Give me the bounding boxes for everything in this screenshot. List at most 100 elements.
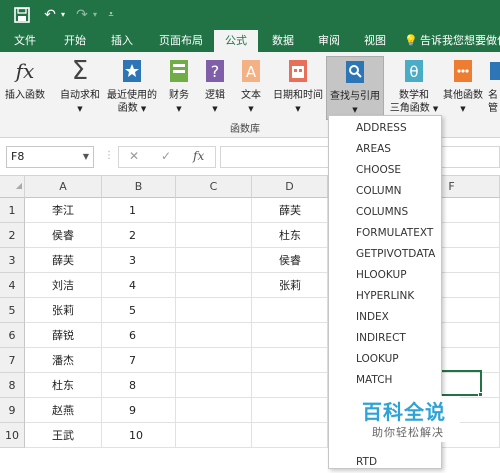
redo-icon[interactable]: ↷: [74, 6, 90, 24]
row-header[interactable]: 8: [0, 373, 25, 398]
cell-c[interactable]: [176, 373, 252, 398]
redo-dropdown-icon[interactable]: ▾: [90, 6, 100, 24]
tab-data[interactable]: 数据: [264, 30, 302, 52]
cell-b[interactable]: 7: [102, 348, 176, 373]
tell-me-box[interactable]: 告诉我您想要做什: [420, 30, 500, 52]
menu-item-hlookup[interactable]: HLOOKUP: [329, 265, 441, 286]
logical-button[interactable]: ? 逻辑 ▼: [198, 56, 232, 120]
cell-c[interactable]: [176, 423, 252, 448]
row-header[interactable]: 7: [0, 348, 25, 373]
row-header[interactable]: 9: [0, 398, 25, 423]
customize-qat-icon[interactable]: ⩡: [106, 6, 116, 24]
cell-a[interactable]: 杜东: [25, 373, 102, 398]
menu-item-choose[interactable]: CHOOSE: [329, 160, 441, 181]
text-button[interactable]: A 文本 ▼: [234, 56, 268, 120]
recently-used-button[interactable]: 最近使用的 函数 ▼: [104, 56, 160, 120]
enter-icon[interactable]: ✓: [161, 149, 171, 163]
menu-item-index[interactable]: INDEX: [329, 307, 441, 328]
cell-d[interactable]: [252, 323, 328, 348]
insert-function-button[interactable]: fx 插入函数: [2, 56, 48, 120]
cancel-icon[interactable]: ✕: [129, 149, 139, 163]
name-box[interactable]: F8 ▼: [6, 146, 94, 168]
menu-item-hyperlink[interactable]: HYPERLINK: [329, 286, 441, 307]
tab-insert[interactable]: 插入: [102, 30, 142, 52]
tab-file[interactable]: 文件: [6, 30, 44, 52]
cell-d[interactable]: 薛芙: [252, 198, 328, 223]
cell-a[interactable]: 李江: [25, 198, 102, 223]
cell-c[interactable]: [176, 223, 252, 248]
column-header-d[interactable]: D: [252, 176, 328, 198]
tab-view[interactable]: 视图: [356, 30, 394, 52]
cell-b[interactable]: 4: [102, 273, 176, 298]
cell-b[interactable]: 10: [102, 423, 176, 448]
cell-c[interactable]: [176, 348, 252, 373]
cell-b[interactable]: 8: [102, 373, 176, 398]
menu-item-lookup[interactable]: LOOKUP: [329, 349, 441, 370]
lightbulb-icon[interactable]: 💡: [404, 30, 418, 52]
cell-c[interactable]: [176, 248, 252, 273]
cell-d[interactable]: 侯睿: [252, 248, 328, 273]
cell-a[interactable]: 潘杰: [25, 348, 102, 373]
cell-a[interactable]: 赵燕: [25, 398, 102, 423]
menu-item-address[interactable]: ADDRESS: [329, 118, 441, 139]
menu-item-indirect[interactable]: INDIRECT: [329, 328, 441, 349]
cell-a[interactable]: 薛锐: [25, 323, 102, 348]
cell-b[interactable]: 3: [102, 248, 176, 273]
menu-item-getpivotdata[interactable]: GETPIVOTDATA: [329, 244, 441, 265]
cell-d[interactable]: [252, 398, 328, 423]
date-time-button[interactable]: 日期和时间 ▼: [270, 56, 326, 120]
cell-a[interactable]: 张莉: [25, 298, 102, 323]
cell-c[interactable]: [176, 323, 252, 348]
select-all-corner[interactable]: ◢: [0, 176, 25, 198]
cell-d[interactable]: [252, 373, 328, 398]
tab-home[interactable]: 开始: [56, 30, 94, 52]
cell-b[interactable]: 2: [102, 223, 176, 248]
cell-a[interactable]: 王武: [25, 423, 102, 448]
cell-c[interactable]: [176, 398, 252, 423]
cell-d[interactable]: [252, 348, 328, 373]
row-header[interactable]: 5: [0, 298, 25, 323]
cell-b[interactable]: 6: [102, 323, 176, 348]
insert-function-icon[interactable]: fx: [193, 149, 204, 163]
row-header[interactable]: 10: [0, 423, 25, 448]
cell-d[interactable]: 张莉: [252, 273, 328, 298]
autosum-button[interactable]: Σ 自动求和 ▼: [56, 56, 104, 120]
column-header-a[interactable]: A: [25, 176, 102, 198]
more-functions-button[interactable]: 其他函数 ▼: [440, 56, 486, 120]
undo-icon[interactable]: ↶: [42, 6, 58, 24]
cell-b[interactable]: 1: [102, 198, 176, 223]
cell-c[interactable]: [176, 273, 252, 298]
cell-a[interactable]: 薛芙: [25, 248, 102, 273]
name-manager-button[interactable]: 名管: [488, 56, 500, 120]
menu-item-formulatext[interactable]: FORMULATEXT: [329, 223, 441, 244]
math-trig-button[interactable]: θ 数学和 三角函数 ▼: [388, 56, 440, 120]
menu-item-areas[interactable]: AREAS: [329, 139, 441, 160]
cell-a[interactable]: 刘洁: [25, 273, 102, 298]
row-header[interactable]: 1: [0, 198, 25, 223]
cell-b[interactable]: 9: [102, 398, 176, 423]
cell-d[interactable]: [252, 423, 328, 448]
tab-page-layout[interactable]: 页面布局: [150, 30, 212, 52]
cell-b[interactable]: 5: [102, 298, 176, 323]
fill-handle[interactable]: [478, 392, 483, 397]
cell-c[interactable]: [176, 198, 252, 223]
save-icon[interactable]: [14, 6, 30, 24]
row-header[interactable]: 6: [0, 323, 25, 348]
menu-item-match[interactable]: MATCH: [329, 370, 441, 391]
row-header[interactable]: 2: [0, 223, 25, 248]
column-header-c[interactable]: C: [176, 176, 252, 198]
cell-d[interactable]: 杜东: [252, 223, 328, 248]
menu-item-rtd[interactable]: RTD: [329, 452, 441, 473]
undo-dropdown-icon[interactable]: ▾: [58, 6, 68, 24]
financial-button[interactable]: 财务 ▼: [162, 56, 196, 120]
menu-item-column[interactable]: COLUMN: [329, 181, 441, 202]
cell-c[interactable]: [176, 298, 252, 323]
lookup-reference-button[interactable]: 查找与引用 ▼: [326, 56, 384, 120]
row-header[interactable]: 3: [0, 248, 25, 273]
row-header[interactable]: 4: [0, 273, 25, 298]
tab-review[interactable]: 审阅: [310, 30, 348, 52]
tab-formulas[interactable]: 公式: [214, 30, 258, 52]
cell-a[interactable]: 侯睿: [25, 223, 102, 248]
cell-d[interactable]: [252, 298, 328, 323]
menu-item-columns[interactable]: COLUMNS: [329, 202, 441, 223]
